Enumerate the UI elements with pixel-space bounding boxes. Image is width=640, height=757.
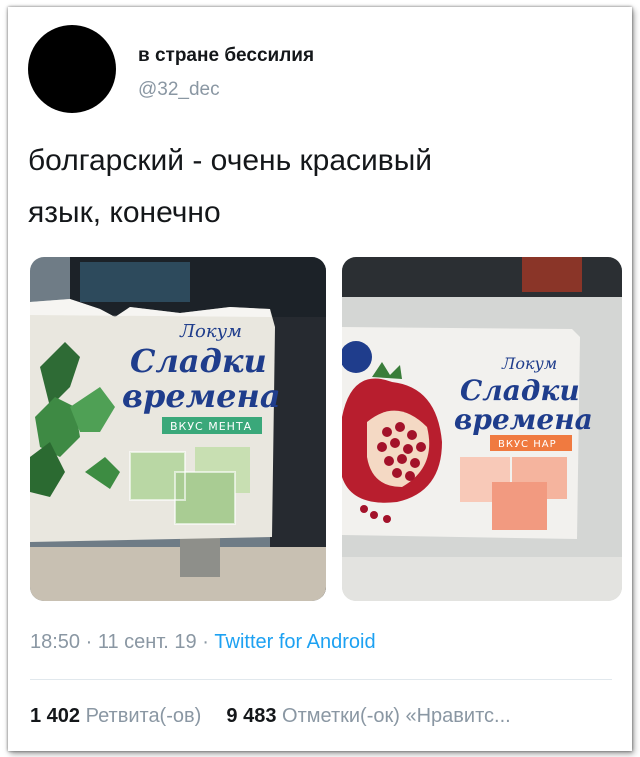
user-handle[interactable]: @32_dec <box>138 79 220 101</box>
tweet-source-link[interactable]: Twitter for Android <box>214 631 375 653</box>
flavor-badge-text: ВКУС НАР <box>498 439 557 450</box>
tweet-meta: 18:50 · 11 сент. 19 · Twitter for Androi… <box>30 631 376 654</box>
tweet-stats: 1 402 Ретвита(-ов) 9 483 Отметки(-ок) «Н… <box>30 705 511 728</box>
likes-label[interactable]: Отметки(-ок) «Нравитс... <box>282 705 511 727</box>
meta-separator: · <box>80 631 98 653</box>
brand-small-text: Локум <box>501 354 557 373</box>
photo-mint-lokum[interactable]: Локум Сладки времена ВКУС МЕНТА <box>30 257 326 601</box>
flavor-badge-text: ВКУС МЕНТА <box>170 420 252 433</box>
brand-small-text: Локум <box>179 321 242 342</box>
tweet-date[interactable]: 11 сент. 19 <box>98 631 197 653</box>
photo-pomegranate-image: Локум Сладки времена ВКУС НАР <box>342 257 622 601</box>
retweets-count[interactable]: 1 402 <box>30 705 80 727</box>
divider <box>30 679 612 680</box>
photo-mint-image: Локум Сладки времена ВКУС МЕНТА <box>30 257 326 601</box>
brand-line2-text: времена <box>122 377 281 415</box>
display-name[interactable]: в стране бессилия <box>138 45 314 67</box>
photo-pomegranate-lokum[interactable]: Локум Сладки времена ВКУС НАР <box>342 257 622 601</box>
likes-count[interactable]: 9 483 <box>226 705 276 727</box>
tweet-text-line: болгарский - очень красивый <box>28 144 433 177</box>
meta-separator: · <box>196 631 215 653</box>
tweet-time[interactable]: 18:50 <box>30 631 80 653</box>
media-gallery: Локум Сладки времена ВКУС МЕНТА Локум Сл… <box>30 257 622 601</box>
avatar[interactable] <box>28 25 116 113</box>
tweet-card: в стране бессилия @32_dec болгарский - о… <box>8 7 632 751</box>
brand-line2-text: времена <box>454 403 593 436</box>
tweet-header: в стране бессилия @32_dec <box>28 25 608 115</box>
retweets-label[interactable]: Ретвита(-ов) <box>86 705 202 727</box>
tweet-text: болгарский - очень красивый язык, конечн… <box>28 135 588 239</box>
brand-line1-text: Сладки <box>130 342 267 380</box>
tweet-text-line: язык, конечно <box>28 196 221 229</box>
